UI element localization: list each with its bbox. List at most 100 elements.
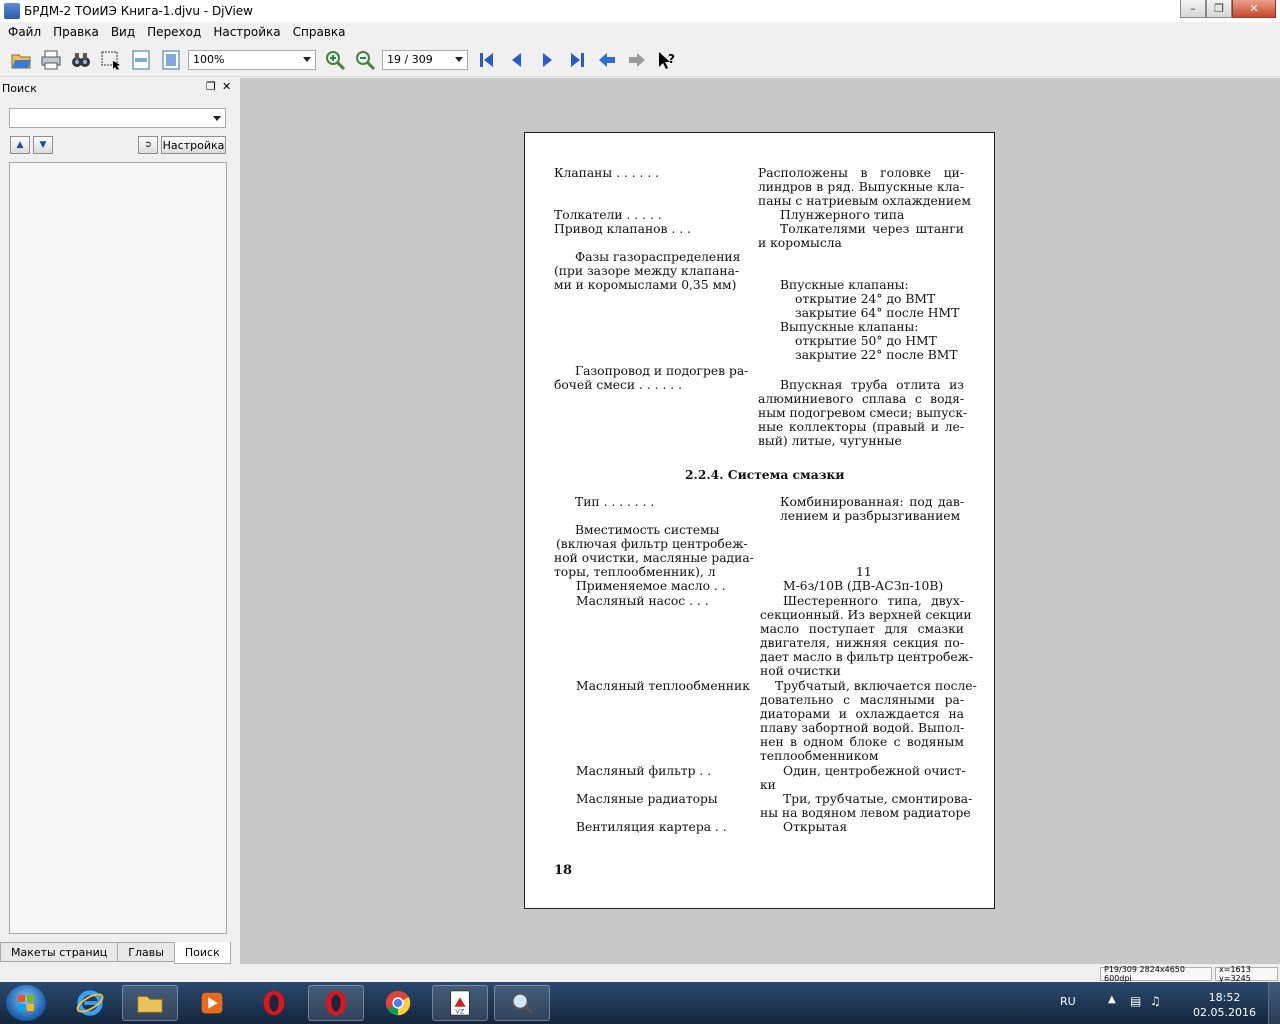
tab-thumbnails[interactable]: Макеты страниц <box>0 942 119 962</box>
taskbar-ie[interactable] <box>62 985 118 1021</box>
float-panel-icon[interactable]: ❐ <box>206 80 216 93</box>
close-button[interactable]: ✕ <box>1232 0 1276 18</box>
tray-arrow-icon[interactable]: ▲ <box>1108 994 1116 1005</box>
spec-value: ные коллекторы (правый и ле- <box>758 420 964 434</box>
fit-width-button[interactable] <box>128 47 154 73</box>
page-value: 19 / 309 <box>387 53 433 66</box>
zoom-out-button[interactable] <box>352 47 378 73</box>
menu-bar: Файл Правка Вид Переход Настройка Справк… <box>0 22 1280 42</box>
language-indicator[interactable]: RU <box>1060 995 1076 1008</box>
spec-label: Масляные радиаторы <box>576 792 718 806</box>
clock-time: 18:52 <box>1208 991 1241 1004</box>
fit-page-button[interactable] <box>158 47 184 73</box>
clock[interactable]: 18:52 02.05.2016 <box>1193 990 1256 1020</box>
enter-icon: ➲ <box>144 140 152 150</box>
menu-help[interactable]: Справка <box>287 25 352 39</box>
menu-file[interactable]: Файл <box>2 25 47 39</box>
section-heading: 2.2.4. Система смазки <box>685 467 845 482</box>
svg-text:?: ? <box>668 52 675 66</box>
opera-icon <box>325 990 347 1016</box>
minimize-button[interactable]: – <box>1180 0 1206 18</box>
spec-label: Фазы газораспределения <box>575 250 741 264</box>
search-down-button[interactable]: ▼ <box>33 136 53 154</box>
spec-value: алюминиевого сплава с водя- <box>758 392 964 406</box>
maximize-button[interactable]: ❐ <box>1206 0 1232 18</box>
menu-go[interactable]: Переход <box>141 25 207 39</box>
clock-date: 02.05.2016 <box>1193 1006 1256 1019</box>
spec-value: теплообменником <box>760 749 879 763</box>
spec-value: открытие 50° до НМТ <box>795 334 937 348</box>
spec-value: 11 <box>856 565 872 579</box>
panel-title: Поиск <box>2 81 37 95</box>
start-button[interactable] <box>6 985 46 1021</box>
show-desktop-button[interactable] <box>1268 982 1280 1024</box>
spec-label: ной очистки, масляные радиа- <box>554 551 754 565</box>
spec-label: Толкатели . . . . . <box>554 208 662 222</box>
last-page-icon <box>571 52 584 67</box>
chevron-down-icon <box>213 116 221 121</box>
whats-this-button[interactable]: ? <box>654 47 680 73</box>
folder-icon <box>137 995 163 1013</box>
next-page-icon <box>543 52 552 67</box>
chevron-down-icon <box>303 57 311 62</box>
spec-label: Масляный фильтр . . <box>576 764 712 778</box>
network-icon[interactable]: ▤ <box>1130 994 1141 1008</box>
spec-value: нен в одном блоке с водяным <box>760 735 964 749</box>
zoom-value: 100% <box>193 53 225 66</box>
taskbar-explorer[interactable] <box>122 985 178 1021</box>
spec-label: (при зазоре между клапана- <box>554 264 740 278</box>
spec-value: М-6з/10В (ДВ-АСЗп-10В) <box>783 579 944 593</box>
spec-value: линдров в ряд. Выпускные кла- <box>758 180 964 194</box>
search-results-list[interactable] <box>9 162 227 934</box>
taskbar-djview[interactable]: VZ <box>432 985 488 1021</box>
last-page-button[interactable] <box>564 47 590 73</box>
first-page-button[interactable] <box>474 47 500 73</box>
document-view[interactable]: Клапаны . . . . . . Расположены в головк… <box>240 78 1280 964</box>
close-panel-icon[interactable]: ✕ <box>222 80 231 93</box>
spec-label: Клапаны . . . . . . <box>554 166 660 180</box>
spec-label: Масляный насос . . . <box>576 594 709 608</box>
next-page-button[interactable] <box>534 47 560 73</box>
menu-view[interactable]: Вид <box>105 25 141 39</box>
system-tray: RU ▲ ▤ ♫ 18:52 02.05.2016 <box>1050 982 1280 1024</box>
back-button[interactable] <box>594 47 620 73</box>
spec-value: диаторами и охлаждается на <box>760 707 964 721</box>
zoom-combo[interactable]: 100% <box>188 49 316 70</box>
page-combo[interactable]: 19 / 309 <box>382 49 468 70</box>
taskbar-media[interactable] <box>184 985 240 1021</box>
search-up-button[interactable]: ▲ <box>10 136 30 154</box>
spec-value: Трубчатый, включается после- <box>775 679 977 693</box>
volume-icon[interactable]: ♫ <box>1150 994 1161 1008</box>
spec-label: Вместимость системы <box>575 523 720 537</box>
spec-value: закрытие 64° после НМТ <box>795 306 960 320</box>
tab-outline[interactable]: Главы <box>117 942 175 962</box>
select-button[interactable] <box>98 47 124 73</box>
spec-value: Толкателями через штанги <box>780 222 964 236</box>
menu-settings[interactable]: Настройка <box>207 25 286 39</box>
spec-value: и коромысла <box>758 236 842 250</box>
search-settings-button[interactable]: Настройка <box>161 136 226 154</box>
forward-button[interactable] <box>624 47 650 73</box>
window-title: БРДМ-2 ТОиИЭ Книга-1.djvu - DjView <box>24 4 253 18</box>
taskbar-chrome[interactable] <box>370 985 426 1021</box>
spec-value: двигателя, нижняя секция по- <box>760 636 964 650</box>
windows-taskbar: VZ RU ▲ ▤ ♫ 18:52 02.05.2016 <box>0 982 1280 1024</box>
tab-search[interactable]: Поиск <box>173 942 231 964</box>
search-go-button[interactable]: ➲ <box>138 136 158 154</box>
menu-edit[interactable]: Правка <box>47 25 105 39</box>
print-button[interactable] <box>38 47 64 73</box>
window-controls: – ❐ ✕ <box>1180 0 1276 18</box>
find-button[interactable] <box>68 47 94 73</box>
taskbar-snipping[interactable] <box>494 985 550 1021</box>
zoom-in-button[interactable] <box>322 47 348 73</box>
panel-header: Поиск ❐ ✕ <box>0 78 238 98</box>
prev-page-button[interactable] <box>504 47 530 73</box>
spec-value: довательно с масляными ра- <box>760 693 964 707</box>
taskbar-opera-2[interactable] <box>308 985 364 1021</box>
whats-this-icon: ? <box>659 51 675 69</box>
spec-value: лением и разбрызгиванием <box>780 509 961 523</box>
taskbar-opera[interactable] <box>246 985 302 1021</box>
magnifier-icon <box>511 992 534 1015</box>
search-input[interactable] <box>9 108 226 128</box>
open-button[interactable] <box>8 47 34 73</box>
